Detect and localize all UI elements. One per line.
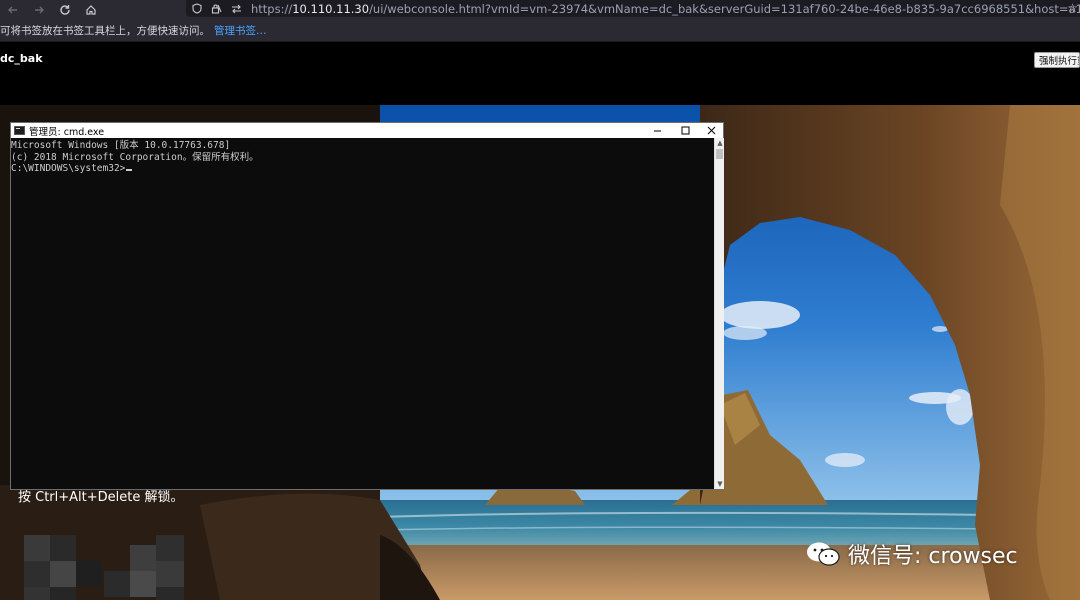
scroll-up-icon[interactable]: ▲ xyxy=(715,138,725,148)
lock-icon[interactable] xyxy=(211,3,222,14)
scroll-thumb[interactable] xyxy=(716,149,723,159)
star-icon[interactable]: ☆ xyxy=(1067,1,1078,15)
forward-icon[interactable] xyxy=(26,0,52,20)
scroll-down-icon[interactable]: ▼ xyxy=(715,479,725,489)
cmd-output[interactable]: Microsoft Windows [版本 10.0.17763.678] (c… xyxy=(11,138,714,489)
browser-toolbar: https://10.110.11.30/ui/webconsole.html?… xyxy=(0,0,1080,20)
bookmarks-toolbar: 可将书签放在书签工具栏上，方便快速访问。 管理书签… xyxy=(0,20,1080,42)
back-icon[interactable] xyxy=(0,0,26,20)
cmd-line: Microsoft Windows [版本 10.0.17763.678] xyxy=(11,140,231,151)
cmd-scrollbar[interactable]: ▲ ▼ xyxy=(714,138,724,489)
url-path: /ui/webconsole.html?vmId=vm-23974&vmName… xyxy=(369,1,1080,16)
text-cursor xyxy=(126,169,133,171)
home-icon[interactable] xyxy=(78,0,104,20)
watermark-text: 微信号: crowsec xyxy=(848,544,1018,569)
cmd-titlebar[interactable]: 管理员: cmd.exe xyxy=(11,123,723,138)
vm-console: dc_bak 强制执行重 xyxy=(0,42,1080,600)
force-action-button[interactable]: 强制执行重 xyxy=(1034,52,1080,68)
permissions-icon[interactable] xyxy=(231,4,242,14)
cmd-prompt-line: C:\WINDOWS\system32> xyxy=(11,163,714,175)
maximize-icon[interactable] xyxy=(671,123,699,138)
url-text: https://10.110.11.30/ui/webconsole.html?… xyxy=(251,2,1080,16)
close-icon[interactable] xyxy=(697,123,725,138)
cmd-icon xyxy=(14,126,25,135)
cmd-title: 管理员: cmd.exe xyxy=(29,126,105,138)
shield-icon[interactable] xyxy=(192,3,202,14)
cmd-window[interactable]: 管理员: cmd.exe Microsoft Windows [版本 10.0.… xyxy=(10,122,724,490)
bookmarks-hint: 可将书签放在书签工具栏上，方便快速访问。 xyxy=(0,25,210,37)
vm-name-label: dc_bak xyxy=(0,52,43,65)
url-host: 10.110.11.30 xyxy=(292,1,370,16)
reload-icon[interactable] xyxy=(52,0,78,20)
url-prefix: https:// xyxy=(251,1,293,16)
manage-bookmarks-link[interactable]: 管理书签… xyxy=(214,23,267,38)
address-bar[interactable]: https://10.110.11.30/ui/webconsole.html?… xyxy=(186,0,1080,17)
wechat-icon xyxy=(807,542,840,566)
minimize-icon[interactable] xyxy=(643,123,671,138)
cmd-line: (c) 2018 Microsoft Corporation。保留所有权利。 xyxy=(11,151,259,163)
wechat-watermark: 微信号: crowsec xyxy=(806,538,1018,570)
cmd-prompt: C:\WINDOWS\system32> xyxy=(11,163,126,174)
guest-screen[interactable]: 按 Ctrl+Alt+Delete 解锁。 微信号: crowsec 管理员: … xyxy=(0,105,1080,600)
